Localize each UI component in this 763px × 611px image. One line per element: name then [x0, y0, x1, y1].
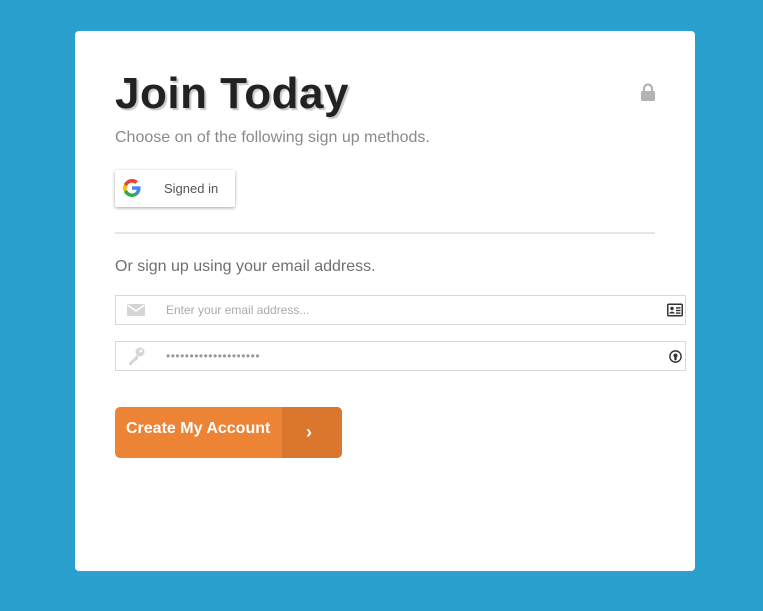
page-title: Join Today [115, 69, 349, 118]
chevron-right-icon: › [306, 422, 312, 442]
key-icon [129, 347, 145, 365]
email-signup-prompt: Or sign up using your email address. [115, 258, 376, 275]
google-logo-icon [123, 179, 141, 197]
lock-icon [641, 83, 655, 101]
envelope-icon [127, 304, 145, 316]
email-input[interactable] [166, 296, 656, 324]
password-input[interactable] [166, 342, 656, 370]
google-signin-button[interactable]: Signed in [115, 170, 235, 207]
password-field-wrapper [115, 341, 686, 371]
email-field-wrapper [115, 295, 686, 325]
create-account-label: Create My Account [126, 420, 271, 437]
password-reveal-icon[interactable] [668, 349, 683, 364]
contact-card-icon[interactable] [667, 303, 683, 317]
section-divider [115, 232, 655, 234]
create-account-button[interactable]: Create My Account › [115, 407, 342, 458]
signup-subtitle: Choose on of the following sign up metho… [115, 129, 430, 146]
cta-arrow-section: › [282, 407, 342, 458]
google-button-label: Signed in [164, 181, 219, 196]
signup-card: Join Today Choose on of the following si… [75, 31, 695, 571]
